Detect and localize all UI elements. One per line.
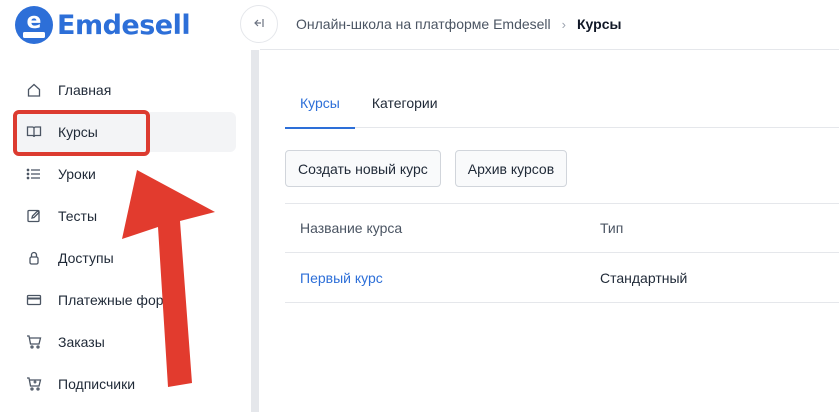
cart-icon [26, 334, 42, 350]
collapse-sidebar-icon [253, 17, 265, 32]
sidebar-item-home[interactable]: Главная [14, 70, 236, 110]
courses-table: Название курса Тип Первый курс Стандартн… [285, 203, 839, 303]
column-header-course-name: Название курса [300, 220, 403, 236]
tab-courses[interactable]: Курсы [285, 77, 355, 129]
cart-plus-icon [26, 376, 42, 392]
lock-icon [26, 250, 42, 266]
list-icon [26, 166, 42, 182]
course-link[interactable]: Первый курс [300, 270, 383, 286]
tabs: Курсы Категории [285, 77, 839, 129]
sidebar-item-orders[interactable]: Заказы [14, 322, 236, 362]
sidebar-item-label: Уроки [58, 166, 96, 182]
breadcrumb-school[interactable]: Онлайн-школа на платформе Emdesell [296, 16, 551, 32]
sidebar: e Emdesell Главная Курсы Уроки Тесты Дос… [0, 0, 252, 412]
collapse-sidebar-button[interactable] [240, 5, 278, 43]
sidebar-item-access[interactable]: Доступы [14, 238, 236, 278]
logo[interactable]: e Emdesell [14, 5, 191, 45]
breadcrumb: Онлайн-школа на платформе Emdesell › Кур… [296, 0, 621, 48]
book-icon [26, 124, 42, 140]
sidebar-item-tests[interactable]: Тесты [14, 196, 236, 236]
logo-mark-icon: e [14, 5, 54, 45]
sidebar-item-label: Подписчики [58, 376, 136, 392]
edit-icon [26, 208, 42, 224]
sidebar-item-label: Платежные формы [58, 292, 184, 308]
chevron-right-icon: › [561, 16, 566, 32]
sidebar-nav: Главная Курсы Уроки Тесты Доступы Платеж… [14, 70, 236, 406]
sidebar-item-subscribers[interactable]: Подписчики [14, 364, 236, 404]
course-archive-button[interactable]: Архив курсов [454, 150, 568, 187]
logo-text: Emdesell [57, 9, 191, 41]
sidebar-item-label: Главная [58, 82, 112, 98]
tab-categories[interactable]: Категории [357, 77, 453, 128]
create-course-button[interactable]: Создать новый курс [285, 150, 441, 187]
breadcrumb-current: Курсы [577, 16, 622, 32]
column-header-type: Тип [600, 220, 624, 236]
sidebar-item-payment-forms[interactable]: Платежные формы [14, 280, 236, 320]
sidebar-item-label: Заказы [58, 334, 105, 350]
course-type-cell: Стандартный [600, 269, 688, 286]
svg-text:e: e [27, 9, 42, 34]
sidebar-scrollbar[interactable] [251, 50, 259, 412]
table-header-row: Название курса Тип [285, 203, 839, 253]
home-icon [26, 82, 42, 98]
sidebar-item-label: Тесты [58, 208, 98, 224]
sidebar-item-courses[interactable]: Курсы [14, 112, 236, 152]
action-buttons: Создать новый курс Архив курсов [285, 150, 568, 187]
sidebar-item-label: Доступы [58, 250, 114, 266]
sidebar-item-label: Курсы [58, 124, 98, 140]
table-row: Первый курс Стандартный [285, 253, 839, 303]
course-name-cell: Первый курс [285, 270, 600, 286]
top-header: Онлайн-школа на платформе Emdesell › Кур… [260, 0, 839, 50]
credit-card-icon [26, 292, 42, 308]
sidebar-item-lessons[interactable]: Уроки [14, 154, 236, 194]
main-content: Курсы Категории Создать новый курс Архив… [260, 50, 839, 412]
